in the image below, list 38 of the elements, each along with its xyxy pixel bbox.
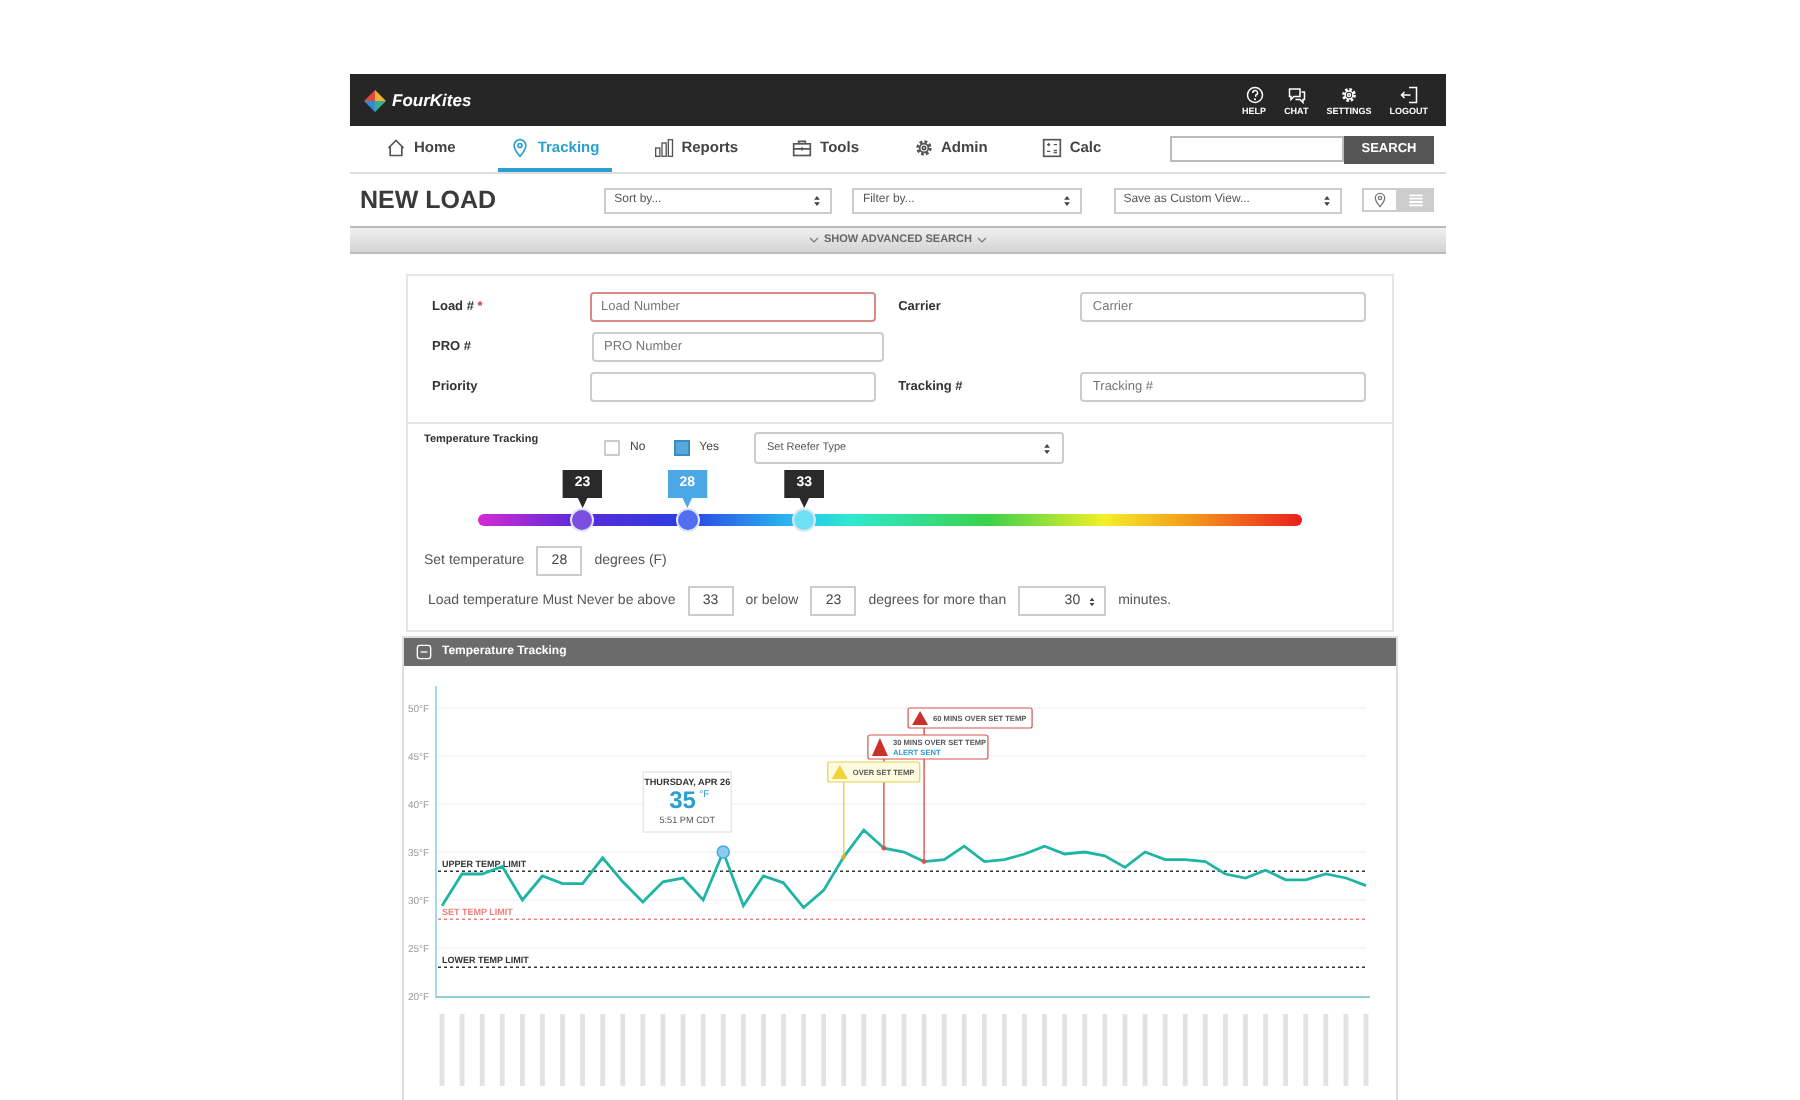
alert-point bbox=[921, 859, 927, 864]
chevron-down-icon bbox=[808, 234, 821, 246]
map-pin-icon bbox=[1372, 192, 1388, 208]
chat-bubbles-icon bbox=[1287, 85, 1306, 103]
list-icon bbox=[1408, 192, 1424, 208]
sort-arrows-icon bbox=[810, 193, 825, 207]
search-field[interactable] bbox=[1170, 136, 1344, 162]
slider-handle[interactable] bbox=[792, 508, 817, 532]
settings-icon bbox=[913, 137, 933, 157]
help-icon bbox=[1245, 85, 1264, 103]
view-toggle-button[interactable] bbox=[1362, 188, 1398, 212]
sort-arrows-icon bbox=[1086, 595, 1099, 607]
alert-point bbox=[841, 854, 847, 860]
brand-name: FourKites bbox=[392, 90, 472, 110]
slider-handle[interactable] bbox=[675, 508, 700, 532]
bar-chart-icon bbox=[653, 137, 674, 157]
view-toggle-button[interactable] bbox=[1398, 188, 1434, 212]
chevron-down-icon bbox=[975, 234, 988, 246]
toolbox-icon bbox=[792, 137, 813, 157]
home-icon bbox=[386, 137, 406, 157]
sort-arrows-icon bbox=[1040, 441, 1055, 455]
slider-handle[interactable] bbox=[570, 508, 595, 532]
temperature-slider[interactable] bbox=[478, 514, 1302, 526]
diamond-logo-icon bbox=[364, 89, 386, 111]
leader-line bbox=[843, 781, 845, 858]
map-pin-icon bbox=[509, 137, 530, 157]
collapse-icon bbox=[416, 644, 432, 660]
sort-arrows-icon bbox=[1059, 193, 1074, 207]
logout-icon bbox=[1399, 85, 1418, 103]
checkbox[interactable] bbox=[604, 440, 620, 456]
text-field[interactable] bbox=[589, 372, 877, 402]
alert-point bbox=[881, 845, 887, 851]
calculator-icon bbox=[1041, 137, 1062, 157]
checkbox[interactable] bbox=[673, 440, 690, 456]
settings-icon bbox=[1339, 85, 1358, 103]
page-title: NEW LOAD bbox=[360, 186, 499, 214]
sort-arrows-icon bbox=[1320, 193, 1334, 207]
hover-marker bbox=[716, 845, 730, 859]
